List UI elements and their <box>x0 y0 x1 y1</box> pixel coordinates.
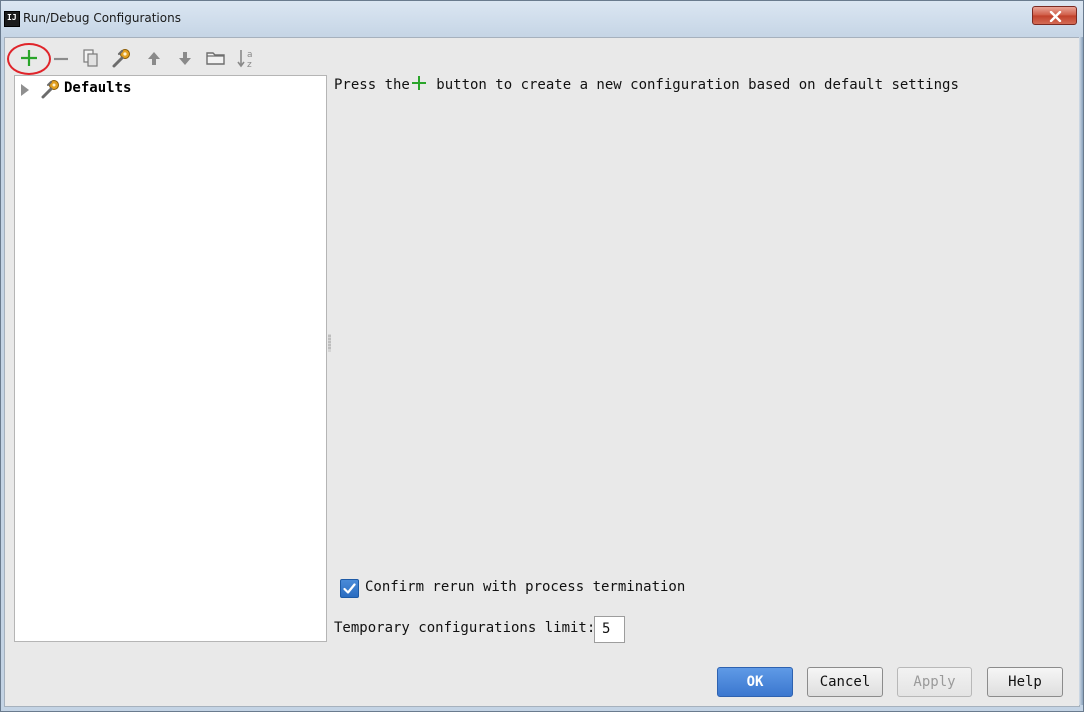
move-up-button[interactable] <box>142 46 166 70</box>
svg-text:z: z <box>247 60 252 70</box>
empty-state-hint: Press the button to create a new configu… <box>334 75 959 95</box>
hint-prefix: Press the <box>334 77 410 93</box>
expand-arrow-icon[interactable] <box>20 84 30 96</box>
add-icon <box>411 76 426 90</box>
add-button-highlight-ring <box>7 43 51 75</box>
edit-defaults-button[interactable] <box>110 46 134 70</box>
confirm-rerun-checkbox[interactable] <box>340 579 359 598</box>
configurations-toolbar: a z <box>5 38 335 76</box>
move-up-icon <box>148 52 160 65</box>
copy-icon <box>83 49 98 67</box>
sort-configurations-button[interactable]: a z <box>235 46 259 70</box>
close-icon <box>1049 11 1062 22</box>
remove-icon <box>54 57 68 61</box>
remove-configuration-button[interactable] <box>49 46 73 70</box>
cancel-button[interactable]: Cancel <box>807 667 883 697</box>
window-border-edge <box>1079 37 1083 705</box>
wrench-gear-icon <box>41 80 59 99</box>
app-icon-text: IJ <box>7 13 17 22</box>
move-down-icon <box>179 52 191 65</box>
edit-defaults-icon <box>112 49 130 68</box>
tree-item-label: Defaults <box>64 80 132 96</box>
help-button[interactable]: Help <box>987 667 1063 697</box>
apply-button[interactable]: Apply <box>897 667 972 697</box>
splitter-handle[interactable] <box>328 334 331 352</box>
checkmark-icon <box>343 583 356 594</box>
folder-icon <box>206 52 225 65</box>
title-bar[interactable]: IJ Run/Debug Configurations <box>1 1 1083 37</box>
window-close-button[interactable] <box>1032 6 1077 25</box>
configurations-tree[interactable]: Defaults <box>14 75 327 642</box>
temp-config-limit-label: Temporary configurations limit: <box>334 620 596 636</box>
svg-text:a: a <box>247 50 253 60</box>
temp-config-limit-input[interactable]: 5 <box>594 616 625 643</box>
dialog-body: a z Defaults Press the button to create … <box>4 37 1080 707</box>
create-folder-button[interactable] <box>204 46 228 70</box>
copy-configuration-button[interactable] <box>79 46 103 70</box>
run-debug-configurations-window: IJ Run/Debug Configurations a z Defaults… <box>0 0 1084 712</box>
ok-button[interactable]: OK <box>717 667 793 697</box>
hint-suffix: button to create a new configuration bas… <box>427 77 959 93</box>
confirm-rerun-label[interactable]: Confirm rerun with process termination <box>365 579 685 595</box>
window-title: Run/Debug Configurations <box>23 11 181 25</box>
tree-item-defaults[interactable]: Defaults <box>15 78 315 99</box>
move-down-button[interactable] <box>173 46 197 70</box>
sort-icon: a z <box>237 50 253 70</box>
intellij-app-icon: IJ <box>4 11 20 27</box>
